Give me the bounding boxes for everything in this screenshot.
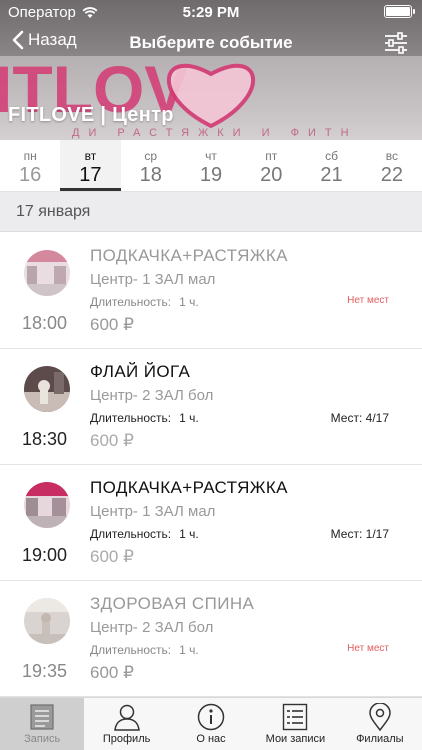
person-icon [113, 704, 140, 731]
header: ITLOV ДИ РАСТЯЖКИ И ФИТН Оператор 5:29 P… [0, 0, 422, 140]
back-label: Назад [28, 30, 77, 49]
day-number: 18 [139, 164, 162, 186]
day-wed[interactable]: ср 18 [121, 140, 181, 191]
duration-value: 1 ч. [179, 643, 199, 657]
event-row[interactable]: ПОДКАЧКА+РАСТЯЖКА Центр- 1 ЗАЛ мал Длите… [0, 233, 422, 349]
event-list: ПОДКАЧКА+РАСТЯЖКА Центр- 1 ЗАЛ мал Длите… [0, 233, 422, 697]
event-seats: Мест: 4/17 [330, 411, 389, 425]
banner-logo-image: ITLOV ДИ РАСТЯЖКИ И ФИТН [0, 56, 422, 140]
date-section-header: 17 января [0, 192, 422, 232]
duration-label: Длительность: [90, 411, 172, 425]
event-duration: Длительность: 1 ч. [90, 411, 199, 425]
event-location: Центр- 2 ЗАЛ бол [90, 387, 214, 404]
duration-label: Длительность: [90, 643, 172, 657]
chevron-left-icon [12, 30, 24, 50]
event-name: ЗДОРОВАЯ СПИНА [90, 594, 255, 613]
event-time: 19:35 [22, 661, 68, 681]
day-sun[interactable]: вс 22 [362, 140, 422, 191]
day-tue[interactable]: вт 17 [60, 140, 121, 191]
event-price: 600 ₽ [90, 431, 134, 450]
tab-about[interactable]: О нас [169, 698, 253, 750]
day-fri[interactable]: пт 20 [241, 140, 301, 191]
event-name: ФЛАЙ ЙОГА [90, 362, 191, 381]
day-selector: пн 16 вт 17 ср 18 чт 19 пт 20 сб 21 вс 2… [0, 140, 422, 192]
calendar-list-icon [30, 704, 54, 730]
duration-value: 1 ч. [179, 527, 199, 541]
tab-bar: Запись Профиль О нас Мои записи Филиалы [0, 697, 422, 750]
tab-label: Мои записи [265, 733, 326, 745]
duration-label: Длительность: [90, 527, 172, 541]
list-icon [283, 703, 308, 731]
back-button[interactable]: Назад [12, 30, 77, 50]
filter-sliders-icon[interactable] [384, 32, 408, 54]
tab-booking[interactable]: Запись [0, 698, 85, 750]
day-of-week: чт [205, 149, 217, 163]
event-thumbnail [24, 250, 70, 296]
day-of-week: вс [385, 149, 398, 163]
day-of-week: пн [23, 149, 37, 163]
event-seats: Мест: 1/17 [330, 527, 389, 541]
day-of-week: вт [84, 149, 97, 163]
event-row[interactable]: ФЛАЙ ЙОГА Центр- 2 ЗАЛ бол Длительность:… [0, 349, 422, 465]
day-sat[interactable]: сб 21 [301, 140, 361, 191]
tab-label: Запись [24, 733, 61, 745]
day-of-week: пт [265, 149, 278, 163]
event-time: 19:00 [22, 545, 68, 565]
day-number: 22 [380, 164, 403, 186]
tab-branches[interactable]: Филиалы [338, 698, 422, 750]
day-of-week: ср [144, 149, 158, 163]
event-location: Центр- 1 ЗАЛ мал [90, 271, 216, 288]
branch-title: FITLOVE | Центр [8, 104, 174, 126]
event-time: 18:30 [22, 429, 68, 449]
day-thu[interactable]: чт 19 [181, 140, 241, 191]
duration-value: 1 ч. [179, 295, 199, 309]
day-number: 17 [79, 164, 102, 186]
event-duration: Длительность: 1 ч. [90, 527, 199, 541]
event-seats: Нет мест [347, 643, 389, 654]
event-time: 18:00 [22, 313, 68, 333]
event-name: ПОДКАЧКА+РАСТЯЖКА [90, 246, 288, 265]
svg-text:ДИ РАСТЯЖКИ И ФИТН: ДИ РАСТЯЖКИ И ФИТН [72, 127, 358, 139]
event-thumbnail [24, 598, 70, 644]
duration-label: Длительность: [90, 295, 172, 309]
day-number: 19 [199, 164, 223, 186]
event-thumbnail [24, 366, 70, 412]
event-location: Центр- 1 ЗАЛ мал [90, 503, 216, 520]
nav-bar: Назад Выберите событие [0, 24, 422, 62]
event-row[interactable]: ЗДОРОВАЯ СПИНА Центр- 2 ЗАЛ бол Длительн… [0, 581, 422, 697]
duration-value: 1 ч. [179, 411, 199, 425]
info-icon [197, 703, 225, 731]
event-name: ПОДКАЧКА+РАСТЯЖКА [90, 478, 288, 497]
event-location: Центр- 2 ЗАЛ бол [90, 619, 214, 636]
event-price: 600 ₽ [90, 547, 134, 566]
tab-my-bookings[interactable]: Мои записи [253, 698, 337, 750]
event-price: 600 ₽ [90, 315, 134, 334]
day-number: 21 [320, 164, 343, 186]
tab-label: Профиль [102, 733, 151, 745]
status-bar: Оператор 5:29 PM [0, 0, 422, 24]
status-time: 5:29 PM [182, 4, 240, 21]
day-of-week: сб [325, 149, 338, 163]
event-price: 600 ₽ [90, 663, 134, 682]
event-thumbnail [24, 482, 70, 528]
tab-label: О нас [196, 733, 226, 745]
tab-label: Филиалы [356, 733, 404, 745]
event-duration: Длительность: 1 ч. [90, 295, 199, 309]
event-seats: Нет мест [347, 295, 389, 306]
map-pin-icon [369, 703, 391, 731]
battery-icon [384, 5, 415, 18]
tab-profile[interactable]: Профиль [84, 698, 168, 750]
day-number: 16 [19, 164, 42, 186]
event-row[interactable]: ПОДКАЧКА+РАСТЯЖКА Центр- 1 ЗАЛ мал Длите… [0, 465, 422, 581]
section-date: 17 января [16, 203, 91, 220]
event-duration: Длительность: 1 ч. [90, 643, 199, 657]
day-mon[interactable]: пн 16 [0, 140, 60, 191]
day-number: 20 [260, 164, 283, 186]
